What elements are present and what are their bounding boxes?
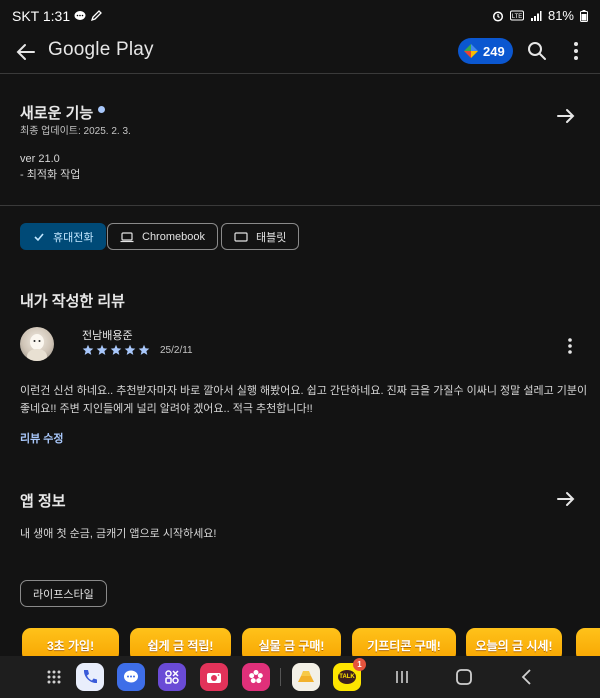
new-indicator-dot [98, 106, 105, 113]
last-updated: 최종 업데이트: 2025. 2. 3. [20, 126, 131, 137]
play-points-button[interactable]: 249 [458, 38, 513, 64]
my-review-title: 내가 작성한 리뷰 [20, 293, 125, 310]
avatar [20, 327, 54, 361]
apps-grid-icon [165, 670, 179, 684]
edit-review-link[interactable]: 리뷰 수정 [20, 430, 64, 446]
phone-app-icon[interactable] [76, 663, 104, 691]
review-date: 25/2/11 [160, 345, 193, 356]
device-chip-label: 태블릿 [256, 231, 287, 244]
star-icon [82, 344, 94, 355]
check-icon [34, 232, 44, 241]
flower-icon [249, 670, 263, 684]
laptop-icon [120, 231, 134, 242]
whats-new-arrow-icon[interactable] [552, 102, 580, 130]
messages-icon [124, 670, 138, 683]
avatar-image [27, 334, 47, 361]
galaxy-store-app-icon[interactable] [158, 663, 186, 691]
messages-app-icon[interactable] [117, 663, 145, 691]
device-chip-phone[interactable]: 휴대전화 [20, 223, 107, 250]
navigation-bar: TALK 1 [0, 656, 600, 698]
gold-bar-icon [298, 671, 314, 682]
alarm-icon [492, 10, 504, 22]
app-drawer-icon[interactable] [40, 663, 68, 691]
app-bar: Google Play 249 [0, 32, 600, 72]
play-points-icon [464, 44, 478, 58]
status-bar: SKT 1:31 LTE 81% [0, 0, 600, 32]
more-options-icon[interactable] [566, 38, 586, 64]
app-title: Google Play [48, 39, 154, 60]
gallery-app-icon[interactable] [242, 663, 270, 691]
pen-icon [91, 10, 103, 22]
star-icon [96, 344, 108, 355]
device-chip-chromebook[interactable]: Chromebook [107, 223, 218, 250]
review-text-line-2: 좋네요!! 주변 지인들에게 널리 알려야 겠어요.. 적극 추천합니다!! [20, 403, 313, 415]
app-info-title: 앱 정보 [20, 493, 66, 510]
nav-back-icon[interactable] [517, 666, 537, 688]
whats-new-title: 새로운 기능 [20, 105, 94, 122]
star-icon [138, 344, 150, 355]
kakaotalk-app-icon[interactable]: TALK 1 [333, 658, 366, 691]
search-icon[interactable] [524, 38, 550, 64]
category-tag[interactable]: 라이프스타일 [20, 580, 107, 607]
svg-text:LTE: LTE [512, 14, 523, 20]
star-icon [110, 344, 122, 355]
home-icon[interactable] [453, 666, 475, 688]
camera-icon [207, 673, 221, 683]
review-author: 전남배용준 [82, 330, 133, 342]
notification-badge: 1 [353, 658, 366, 671]
promo-screenshots: 3초 가입! 쉽게 금 적립! 실물 금 구매! 기프티콘 구매! 오늘의 금 … [0, 624, 600, 660]
nav-divider [280, 668, 281, 686]
review-text-line-1: 이런건 신선 하네요.. 추천받자마자 바로 깔아서 실행 해봤어요. 쉽고 간… [20, 385, 588, 397]
app-info-arrow-icon[interactable] [552, 485, 580, 513]
battery-icon [580, 9, 588, 22]
app-description: 내 생애 첫 순금, 금캐기 앱으로 시작하세요! [20, 528, 217, 540]
device-chip-label: 휴대전화 [53, 231, 94, 244]
tablet-icon [234, 231, 248, 242]
volte-icon: LTE [509, 10, 524, 20]
review-more-icon[interactable] [560, 336, 580, 356]
divider [0, 205, 600, 206]
star-rating [82, 344, 150, 356]
device-chip-label: Chromebook [142, 230, 205, 243]
device-chip-tablet[interactable]: 태블릿 [221, 223, 300, 250]
update-note: - 최적화 작업 [20, 169, 81, 181]
carrier-time: SKT 1:31 [12, 8, 71, 24]
star-icon [124, 344, 136, 355]
recent-apps-icon[interactable] [392, 667, 412, 687]
battery-percent: 81% [547, 8, 574, 23]
gold-app-icon[interactable] [292, 663, 320, 691]
signal-icon [530, 10, 542, 21]
camera-app-icon[interactable] [200, 663, 228, 691]
points-value: 249 [483, 43, 505, 59]
phone-icon [83, 670, 97, 684]
message-icon [74, 11, 86, 20]
back-arrow-icon[interactable] [10, 36, 42, 68]
divider [0, 73, 600, 74]
talk-label: TALK [339, 674, 355, 680]
